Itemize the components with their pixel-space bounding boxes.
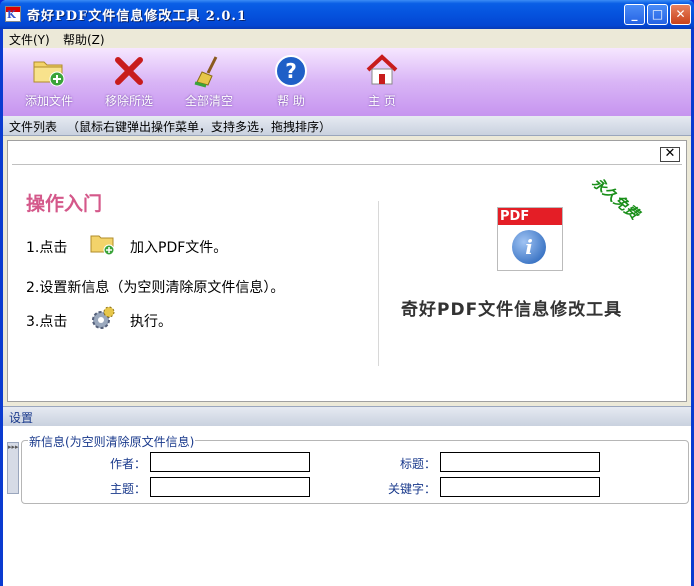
add-file-button[interactable]: 添加文件 bbox=[9, 54, 89, 109]
guide-step-2: 2.设置新信息（为空则清除原文件信息）。 bbox=[26, 280, 285, 296]
menu-bar: 文件(Y) 帮助(Z) bbox=[3, 29, 691, 48]
file-list-header: 文件列表 （鼠标右键弹出操作菜单，支持多选，拖拽排序） bbox=[3, 116, 691, 136]
svg-text:?: ? bbox=[285, 59, 297, 83]
info-icon: i bbox=[512, 230, 546, 264]
settings-panel: ▸▸▸ 新信息(为空则清除原文件信息) 作者： 标题： 主题： 关键字： bbox=[3, 426, 691, 586]
file-list-panel[interactable]: ✕ 操作入门 1.点击 加入PDF文件。 2.设置新信息（为空则清除原文件信息）… bbox=[7, 140, 687, 402]
add-folder-icon bbox=[32, 54, 66, 88]
file-list-label: 文件列表 bbox=[9, 120, 58, 134]
new-info-group: 新信息(为空则清除原文件信息) 作者： 标题： 主题： 关键字： bbox=[21, 433, 689, 504]
broom-icon bbox=[192, 54, 226, 88]
guide-step-1-prefix: 1.点击 bbox=[26, 240, 68, 256]
new-info-group-title: 新信息(为空则清除原文件信息) bbox=[28, 433, 196, 450]
close-button[interactable]: ✕ bbox=[670, 4, 691, 25]
maximize-button[interactable]: □ bbox=[647, 4, 668, 25]
app-window: K 奇好PDF文件信息修改工具 2.0.1 _ □ ✕ 文件(Y) 帮助(Z) … bbox=[0, 0, 694, 586]
home-button[interactable]: 主 页 bbox=[342, 54, 422, 109]
author-input[interactable] bbox=[150, 452, 310, 472]
add-file-label: 添加文件 bbox=[24, 94, 73, 108]
remove-selected-button[interactable]: 移除所选 bbox=[89, 54, 169, 109]
guide-step-1-suffix: 加入PDF文件。 bbox=[130, 240, 228, 256]
pdf-info-logo: PDF i bbox=[497, 207, 563, 271]
help-button[interactable]: ? 帮 助 bbox=[251, 54, 331, 109]
pdf-logo-band: PDF bbox=[498, 208, 562, 225]
keywords-label: 关键字： bbox=[387, 482, 436, 496]
collapse-tab[interactable]: ▸▸▸ bbox=[7, 442, 19, 494]
add-folder-icon bbox=[90, 231, 116, 257]
home-icon bbox=[365, 54, 399, 88]
close-guide-button[interactable]: ✕ bbox=[660, 147, 680, 162]
settings-header: 设置 bbox=[3, 406, 691, 426]
toolbar: 添加文件 移除所选 全部清空 ? 帮 助 主 页 bbox=[3, 48, 691, 116]
title-input[interactable] bbox=[440, 452, 600, 472]
app-icon: K bbox=[5, 6, 21, 22]
guide-step-3-suffix: 执行。 bbox=[130, 314, 172, 330]
menu-help[interactable]: 帮助(Z) bbox=[63, 31, 105, 48]
free-forever-stamp: 永久免费 bbox=[588, 174, 642, 223]
author-label: 作者： bbox=[109, 457, 146, 471]
clear-all-button[interactable]: 全部清空 bbox=[169, 54, 249, 109]
remove-selected-label: 移除所选 bbox=[104, 94, 153, 108]
window-title: 奇好PDF文件信息修改工具 2.0.1 bbox=[27, 9, 247, 24]
menu-file[interactable]: 文件(Y) bbox=[9, 31, 50, 48]
home-label: 主 页 bbox=[368, 94, 396, 108]
keywords-input[interactable] bbox=[440, 477, 600, 497]
file-list-hint: （鼠标右键弹出操作菜单，支持多选，拖拽排序） bbox=[67, 120, 332, 134]
gear-execute-icon bbox=[90, 305, 116, 331]
subject-input[interactable] bbox=[150, 477, 310, 497]
remove-x-icon bbox=[112, 54, 146, 88]
guide-title: 操作入门 bbox=[26, 193, 103, 215]
help-icon: ? bbox=[274, 54, 308, 88]
settings-label: 设置 bbox=[9, 411, 34, 425]
guide-step-3-prefix: 3.点击 bbox=[26, 314, 68, 330]
title-bar[interactable]: K 奇好PDF文件信息修改工具 2.0.1 _ □ ✕ bbox=[0, 0, 694, 29]
brand-name: 奇好PDF文件信息修改工具 bbox=[401, 300, 623, 320]
title-label: 标题： bbox=[399, 457, 436, 471]
app-icon-letter: K bbox=[7, 10, 16, 21]
guide-header: ✕ bbox=[12, 145, 682, 165]
guide-divider bbox=[378, 201, 379, 366]
subject-label: 主题： bbox=[109, 482, 146, 496]
clear-all-label: 全部清空 bbox=[184, 94, 233, 108]
minimize-button[interactable]: _ bbox=[624, 4, 645, 25]
help-label: 帮 助 bbox=[277, 94, 305, 108]
